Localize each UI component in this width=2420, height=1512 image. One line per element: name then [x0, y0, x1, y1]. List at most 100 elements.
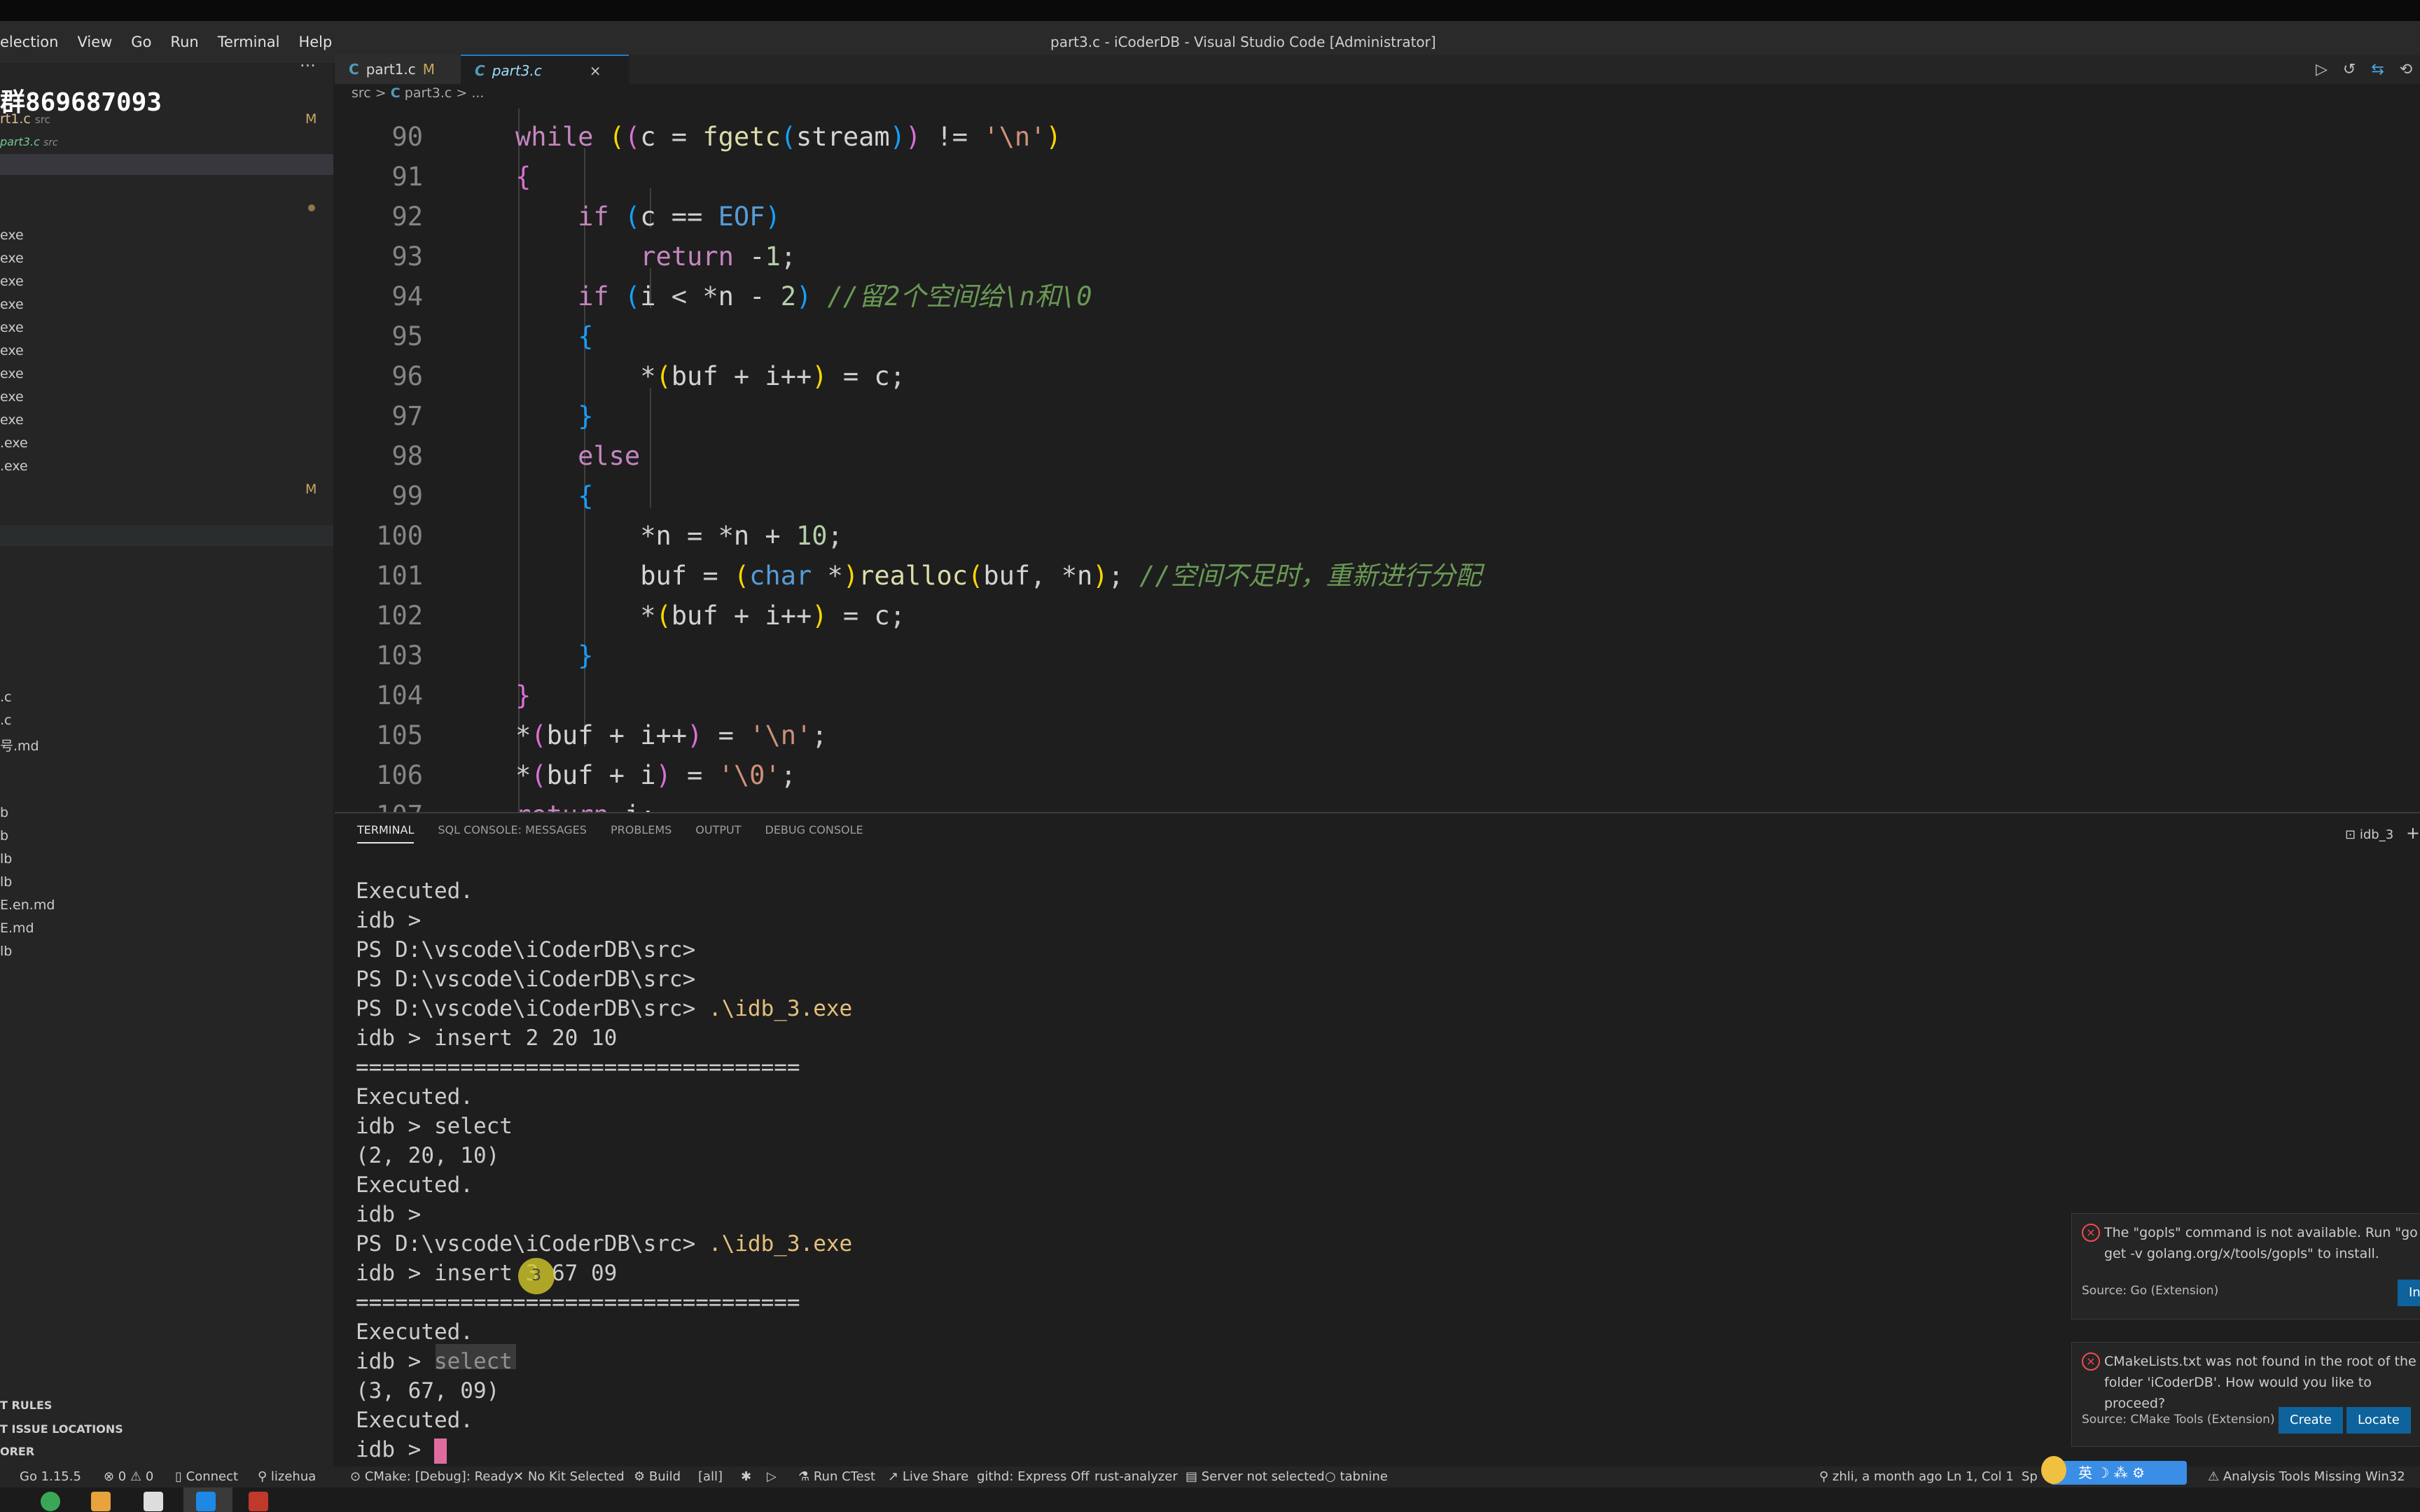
menu-run[interactable]: Run [170, 34, 198, 50]
file-item[interactable]: .c [0, 690, 12, 705]
file-item[interactable]: exe [0, 251, 24, 266]
code-line: 106 *(buf + i) = '\0'; [376, 760, 796, 790]
mascot-icon [2041, 1456, 2066, 1484]
recorder-icon[interactable] [249, 1492, 268, 1511]
close-icon[interactable]: × [590, 62, 601, 79]
file-item[interactable]: .exe [0, 435, 28, 451]
file-item[interactable]: part3.c src [0, 135, 58, 148]
tab-sql-console[interactable]: SQL CONSOLE: MESSAGES [438, 823, 587, 844]
create-button[interactable]: Create [2279, 1407, 2343, 1434]
file-item[interactable]: exe [0, 227, 24, 243]
file-item[interactable]: exe [0, 320, 24, 335]
tab-part1[interactable]: Cpart1.c M [335, 55, 475, 84]
status-server[interactable]: ▤ Server not selected [1185, 1466, 1325, 1488]
breadcrumb-sep: > [456, 85, 468, 101]
terminal-line: idb > select [356, 1114, 513, 1139]
breadcrumb-folder[interactable]: src [352, 85, 371, 101]
error-icon: × [2082, 1352, 2100, 1371]
terminal-line: idb > select [356, 1349, 513, 1374]
history-icon[interactable]: ↺ [2343, 61, 2356, 78]
status-user[interactable]: ⚲ lizehua [258, 1466, 316, 1488]
selection-highlight [436, 1344, 516, 1369]
code-line: 103 } [376, 640, 594, 671]
more-actions-icon[interactable]: ··· [300, 56, 316, 76]
file-item[interactable]: exe [0, 274, 24, 289]
file-item[interactable]: exe [0, 297, 24, 312]
file-item[interactable]: lb [0, 944, 12, 959]
status-analysis[interactable]: ⚠ Analysis Tools Missing [2208, 1466, 2361, 1488]
terminal-cursor [433, 1438, 447, 1464]
install-button[interactable]: In [2398, 1280, 2420, 1306]
status-platform[interactable]: Win32 [2365, 1466, 2405, 1488]
tab-problems[interactable]: PROBLEMS [611, 823, 672, 844]
chrome-icon[interactable] [41, 1492, 60, 1511]
status-connect[interactable]: ▯ Connect [175, 1466, 238, 1488]
file-item[interactable]: b [0, 805, 8, 820]
terminal-selector[interactable]: ⊡ idb_3 + [2345, 823, 2420, 843]
breadcrumb-file[interactable]: part3.c [405, 85, 452, 101]
outline-section[interactable]: T ISSUE LOCATIONS [0, 1422, 123, 1436]
file-item[interactable]: lb [0, 851, 12, 867]
file-item[interactable]: E.en.md [0, 897, 55, 913]
locate-button[interactable]: Locate [2346, 1407, 2411, 1434]
status-problems[interactable]: ⊗ 0 ⚠ 0 [104, 1466, 153, 1488]
error-icon: × [2082, 1224, 2100, 1242]
status-cmake[interactable]: ⊙ CMake: [Debug]: Ready [350, 1466, 514, 1488]
file-item[interactable]: rt1.c src [0, 111, 50, 127]
file-item[interactable]: exe [0, 343, 24, 358]
status-spaces[interactable]: Sp [2022, 1466, 2038, 1488]
file-item[interactable]: .exe [0, 458, 28, 474]
menu-terminal[interactable]: Terminal [218, 34, 280, 50]
menu-go[interactable]: Go [131, 34, 151, 50]
run-icon[interactable]: ▷ [767, 1466, 777, 1488]
status-target[interactable]: [all] [698, 1466, 723, 1488]
file-item[interactable]: .c [0, 713, 12, 728]
tab-part3[interactable]: Cpart3.c × [461, 55, 629, 85]
indent-guide [650, 388, 651, 507]
file-item[interactable]: exe [0, 389, 24, 405]
debug-icon[interactable]: ✱ [741, 1466, 751, 1488]
status-blame[interactable]: ⚲ zhli, a month ago [1819, 1466, 1942, 1488]
app-icon[interactable] [91, 1492, 111, 1511]
status-kit[interactable]: ✕ No Kit Selected [513, 1466, 625, 1488]
tab-debug-console[interactable]: DEBUG CONSOLE [765, 823, 863, 844]
status-position[interactable]: Ln 1, Col 1 [1947, 1466, 2014, 1488]
status-githd[interactable]: githd: Express Off [977, 1466, 1090, 1488]
notes-icon[interactable] [144, 1492, 163, 1511]
add-terminal-icon[interactable]: + [2406, 823, 2420, 843]
file-item[interactable]: E.md [0, 920, 34, 936]
status-build[interactable]: ⚙ Build [634, 1466, 681, 1488]
file-item[interactable]: lb [0, 874, 12, 890]
breadcrumb-sep: > [375, 85, 387, 101]
terminal-output[interactable]: Executed. idb > PS D:\vscode\iCoderDB\sr… [356, 876, 852, 1464]
status-liveshare[interactable]: ↗ Live Share [888, 1466, 968, 1488]
file-item[interactable]: exe [0, 412, 24, 428]
status-rust[interactable]: rust-analyzer [1094, 1466, 1178, 1488]
status-ctest[interactable]: ⚗ Run CTest [798, 1466, 875, 1488]
file-item[interactable]: 号.md [0, 736, 39, 755]
c-file-icon: C [390, 85, 401, 101]
selected-row [0, 154, 333, 175]
status-go-version[interactable]: Go 1.15.5 [20, 1466, 81, 1488]
file-item[interactable]: b [0, 828, 8, 844]
menu-view[interactable]: View [77, 34, 112, 50]
run-icon[interactable]: ▷ [2316, 61, 2328, 78]
tab-terminal[interactable]: TERMINAL [357, 823, 415, 844]
vscode-icon[interactable] [196, 1492, 216, 1511]
source-control-icon[interactable]: ⟲ [2400, 61, 2412, 78]
ime-toolbar[interactable]: 英 ☽ ⁂ ⚙ [2050, 1461, 2187, 1485]
outline-section[interactable]: T RULES [0, 1399, 52, 1412]
file-item[interactable]: exe [0, 366, 24, 382]
menu-help[interactable]: Help [298, 34, 332, 50]
terminal-line: Executed. [356, 878, 473, 904]
breadcrumb-symbol[interactable]: ... [471, 85, 484, 101]
menu-selection[interactable]: election [0, 34, 58, 50]
terminal-prompt: idb > [356, 1435, 852, 1464]
code-editor[interactable]: 90 while ((c = fgetc(stream)) != '\n') 91… [335, 108, 2420, 812]
code-line: 94 if (i < *n - 2) //留2个空间给\n和\0 [391, 281, 1092, 312]
tab-output[interactable]: OUTPUT [695, 823, 741, 844]
outline-section[interactable]: ORER [0, 1445, 34, 1458]
compare-icon[interactable]: ⇆ [2371, 61, 2384, 78]
modified-badge: M [305, 111, 317, 127]
status-tabnine[interactable]: ○ tabnine [1325, 1466, 1388, 1488]
